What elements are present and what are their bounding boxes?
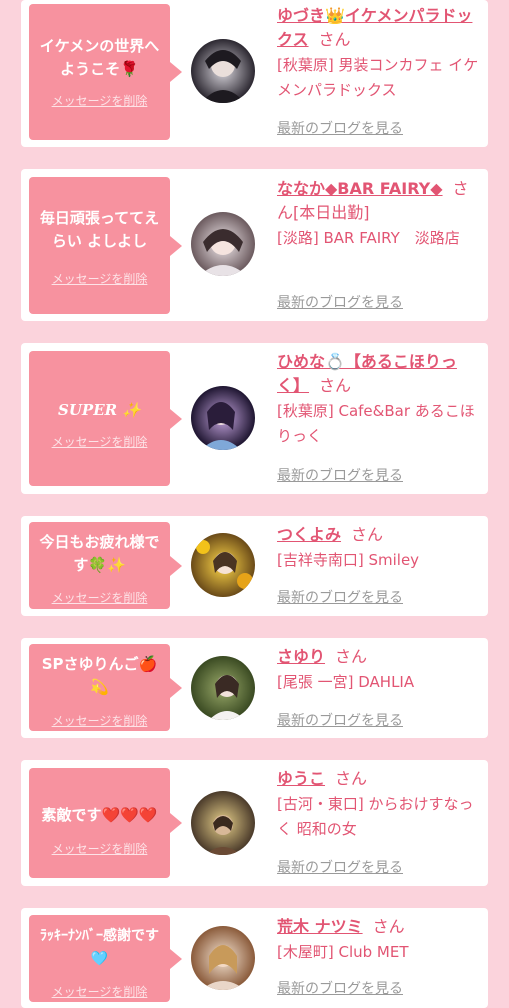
message-bubble: 毎日頑張っててえらい よしよし メッセージを削除 [29,177,182,314]
cast-info: ゆづき👑イケメンパラドックス さん [秋葉原] 男装コンカフェ イケメンパラドック… [277,4,480,103]
honorific: さん [351,525,384,544]
message-card: 今日もお疲れ様です🍀✨ メッセージを削除 つくよみ さん [吉祥寺南口] Smil… [21,516,488,616]
message-bubble: SUPER ✨ メッセージを削除 [29,351,182,486]
message-bubble: SPさゆりんご🍎💫 メッセージを削除 [29,644,182,731]
cast-name-link[interactable]: つくよみ [277,525,341,544]
avatar-photo [191,656,255,720]
delete-message-link[interactable]: メッセージを削除 [29,983,170,1000]
latest-blog-link[interactable]: 最新のブログを見る [277,118,403,138]
delete-message-link[interactable]: メッセージを削除 [29,589,170,606]
cast-info: 荒木 ナツミ さん [木屋町] Club MET [277,915,480,965]
avatar-photo [191,212,255,276]
honorific: さん [318,30,351,49]
message-card: ﾗｯｷｰﾅﾝﾊﾞｰ感謝です🩵 メッセージを削除 荒木 ナツミ さん [木屋町] C… [21,908,488,1008]
message-text: SPさゆりんご🍎💫 [41,655,158,696]
message-text: イケメンの世界へようこそ🌹 [39,37,160,78]
delete-message-link[interactable]: メッセージを削除 [29,433,170,450]
message-card: SPさゆりんご🍎💫 メッセージを削除 さゆり さん [尾張 一宮] DAHLIA … [21,638,488,738]
latest-blog-link[interactable]: 最新のブログを見る [277,857,403,877]
cast-info: ひめな💍【あるこほりっく】 さん [秋葉原] Cafe&Bar あるこほりっく [277,350,480,449]
avatar-photo [191,533,255,597]
honorific: さん [319,376,352,395]
shop-name: [古河・東口] からおけすなっく 昭和の女 [277,795,474,838]
delete-message-link[interactable]: メッセージを削除 [29,712,170,729]
latest-blog-link[interactable]: 最新のブログを見る [277,587,403,607]
avatar[interactable] [191,533,255,597]
message-card: イケメンの世界へようこそ🌹 メッセージを削除 ゆづき👑イケメンパラドックス さん … [21,0,488,147]
latest-blog-link[interactable]: 最新のブログを見る [277,710,403,730]
latest-blog-link[interactable]: 最新のブログを見る [277,978,403,998]
message-card: 毎日頑張っててえらい よしよし メッセージを削除 ななか◆BAR FAIRY◆ さ… [21,169,488,321]
message-text: 毎日頑張っててえらい よしよし [39,209,160,250]
cast-name-link[interactable]: ゆうこ [277,769,325,788]
honorific: さん [335,647,368,666]
shop-name: [尾張 一宮] DAHLIA [277,673,415,691]
message-card: 素敵です❤️❤️❤️ メッセージを削除 ゆうこ さん [古河・東口] からおけすな… [21,760,488,886]
shop-name: [木屋町] Club MET [277,943,409,961]
avatar[interactable] [191,926,255,990]
avatar-photo [191,39,255,103]
message-text: SUPER ✨ [58,401,141,419]
message-card: SUPER ✨ メッセージを削除 ひめな💍【あるこほりっく】 さん [秋葉原] C… [21,343,488,494]
message-bubble: 今日もお疲れ様です🍀✨ メッセージを削除 [29,522,182,609]
cast-info: さゆり さん [尾張 一宮] DAHLIA [277,645,480,695]
cast-name-link[interactable]: ひめな💍【あるこほりっく】 [277,352,457,395]
delete-message-link[interactable]: メッセージを削除 [29,92,170,109]
cast-info: つくよみ さん [吉祥寺南口] Smiley [277,523,480,573]
cast-name-link[interactable]: ゆづき👑イケメンパラドックス [277,6,472,49]
message-text: 今日もお疲れ様です🍀✨ [39,533,160,574]
latest-blog-link[interactable]: 最新のブログを見る [277,465,403,485]
message-bubble: イケメンの世界へようこそ🌹 メッセージを削除 [29,4,182,140]
message-bubble: ﾗｯｷｰﾅﾝﾊﾞｰ感謝です🩵 メッセージを削除 [29,915,182,1002]
avatar[interactable] [191,212,255,276]
cast-name-link[interactable]: さゆり [277,647,325,666]
shop-status: [本日出勤] [293,203,370,222]
cast-info: ななか◆BAR FAIRY◆ さん[本日出勤] [淡路] BAR FAIRY 淡路… [277,177,480,251]
message-bubble: 素敵です❤️❤️❤️ メッセージを削除 [29,768,182,878]
shop-name: [秋葉原] 男装コンカフェ イケメンパラドックス [277,56,479,99]
shop-name: [秋葉原] Cafe&Bar あるこほりっく [277,402,475,445]
avatar[interactable] [191,386,255,450]
honorific: さん [335,769,368,788]
avatar-photo [191,386,255,450]
shop-name: [吉祥寺南口] Smiley [277,551,420,569]
avatar[interactable] [191,656,255,720]
avatar[interactable] [191,39,255,103]
delete-message-link[interactable]: メッセージを削除 [29,840,170,857]
avatar-photo [191,926,255,990]
honorific: さん [372,917,405,936]
latest-blog-link[interactable]: 最新のブログを見る [277,292,403,312]
avatar-photo [191,791,255,855]
cast-name-link[interactable]: ななか◆BAR FAIRY◆ [277,179,443,198]
message-text: ﾗｯｷｰﾅﾝﾊﾞｰ感謝です🩵 [40,928,159,967]
avatar[interactable] [191,791,255,855]
delete-message-link[interactable]: メッセージを削除 [29,270,170,287]
shop-name: [淡路] BAR FAIRY 淡路店 [277,229,460,247]
cast-name-link[interactable]: 荒木 ナツミ [277,917,363,936]
message-text: 素敵です❤️❤️❤️ [41,806,158,824]
cast-info: ゆうこ さん [古河・東口] からおけすなっく 昭和の女 [277,767,480,842]
